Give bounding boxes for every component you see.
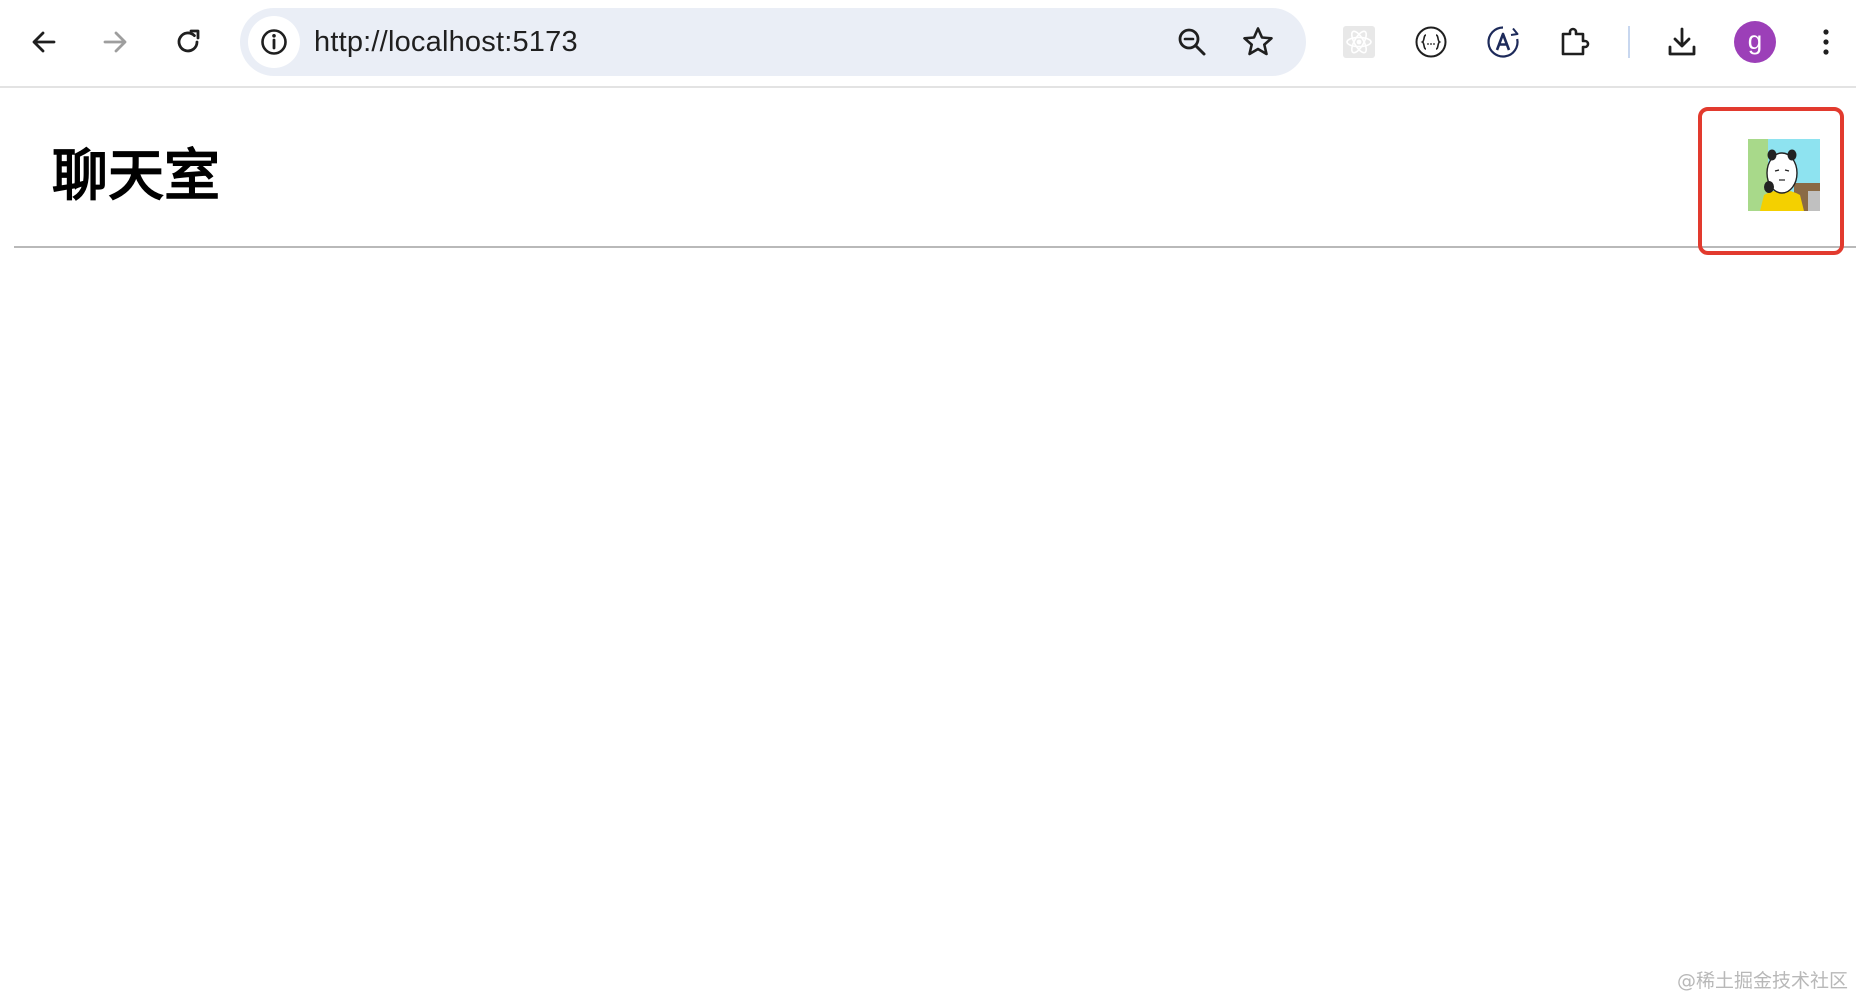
- zoom-button[interactable]: [1170, 20, 1214, 64]
- forward-arrow-icon: [103, 31, 127, 53]
- puzzle-icon: [1561, 27, 1590, 56]
- star-icon: [1243, 27, 1273, 56]
- page-title: 聊天室: [52, 144, 220, 209]
- browser-menu-button[interactable]: [1804, 20, 1848, 64]
- forward-button[interactable]: [93, 20, 137, 64]
- json-viewer-extension[interactable]: [1409, 20, 1453, 64]
- downloads-button[interactable]: [1660, 20, 1704, 64]
- address-bar[interactable]: http://localhost:5173: [240, 8, 1306, 76]
- profile-button[interactable]: g: [1734, 21, 1776, 63]
- url-text[interactable]: http://localhost:5173: [314, 8, 578, 76]
- browser-toolbar: http://localhost:5173 g: [0, 0, 1856, 88]
- info-icon: [261, 29, 287, 55]
- kebab-menu-icon: [1823, 29, 1829, 55]
- translate-extension[interactable]: [1481, 20, 1525, 64]
- reload-icon: [177, 29, 200, 53]
- reload-button[interactable]: [166, 20, 210, 64]
- zoom-icon: [1178, 28, 1206, 56]
- react-icon: [1343, 26, 1375, 58]
- site-info-button[interactable]: [248, 16, 300, 68]
- braces-icon: [1415, 26, 1447, 58]
- toolbar-divider: [1628, 26, 1630, 58]
- back-arrow-icon: [32, 31, 56, 53]
- chat-header: 聊天室: [14, 88, 1856, 248]
- extensions-button[interactable]: [1553, 20, 1597, 64]
- react-devtools-extension[interactable]: [1337, 20, 1381, 64]
- back-button[interactable]: [22, 20, 66, 64]
- watermark-text: @稀土掘金技术社区: [1676, 970, 1848, 992]
- bookmark-button[interactable]: [1236, 20, 1280, 64]
- avatar[interactable]: [1748, 139, 1820, 211]
- avatar-image: [1748, 139, 1820, 211]
- a-letter-icon: [1487, 26, 1519, 58]
- download-icon: [1668, 27, 1696, 56]
